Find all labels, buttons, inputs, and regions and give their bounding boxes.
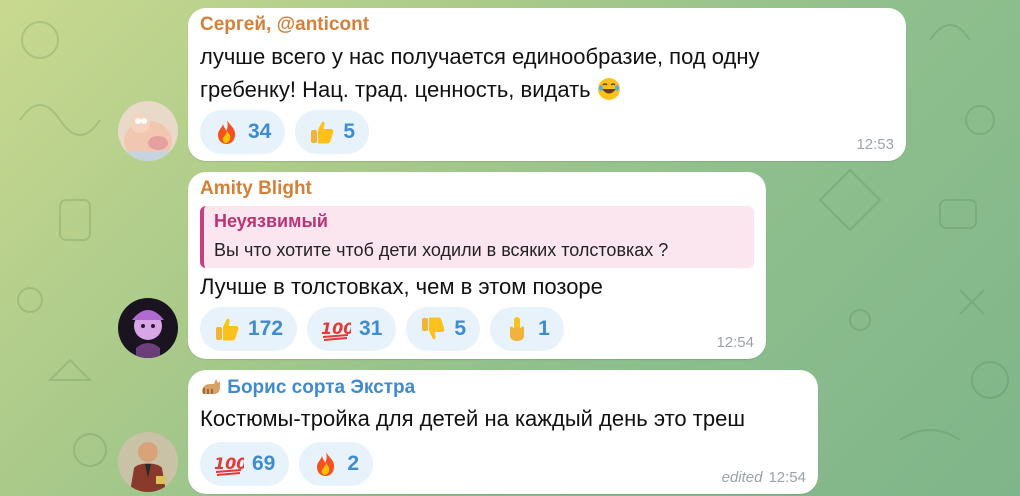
cat-emoji [202,379,220,394]
message-text-line: лучше всего у нас получается единообрази… [200,44,760,69]
message-bubble[interactable]: Борис сорта Экстра Костюмы-тройка для де… [188,370,818,494]
reaction-count: 69 [252,452,276,475]
reactions-row: 34 5 [200,110,370,154]
avatar[interactable] [118,298,178,358]
reaction-count: 34 [248,120,272,143]
avatar[interactable] [118,432,178,492]
thumbs-up-emoji [216,318,239,341]
message-text-line-content: гребенку! Нац. трад. ценность, видать [200,77,591,102]
reaction-thumbs-up[interactable]: 5 [295,110,370,154]
avatar-image [118,432,178,492]
reaction-count: 2 [347,452,360,475]
reaction-count: 172 [248,317,284,340]
message-author[interactable]: Amity Blight [200,178,312,200]
message-author-name: Борис сорта Экстра [227,377,416,398]
reaction-count: 5 [454,317,467,340]
reaction-fire[interactable]: 34 [200,110,286,154]
message-bubble[interactable]: Amity Blight Неуязвимый Вы что хотите чт… [188,172,766,359]
reaction-count: 31 [359,317,383,340]
reaction-count: 5 [343,120,356,143]
reactions-row: 172 100 31 5 1 [200,307,564,351]
message-time-value: 12:54 [768,469,806,486]
message-time: 12:53 [856,136,894,153]
reply-author: Неуязвимый [214,211,328,231]
hundred-points-emoji: 100 [321,319,351,341]
fire-emoji [218,120,236,144]
avatar[interactable] [118,101,178,161]
message-author[interactable]: Борис сорта Экстра [200,376,415,399]
middle-finger-emoji [510,317,525,341]
hundred-points-emoji: 100 [214,454,244,476]
reaction-count: 1 [538,317,550,340]
thumbs-up-emoji [311,121,334,144]
message-text-line: Лучше в толстовках, чем в этом позоре [200,274,603,299]
reactions-row: 100 69 2 [200,442,374,486]
fire-emoji [317,452,335,476]
message-text-line: гребенку! Нац. трад. ценность, видать [200,73,621,106]
message-author[interactable]: Сергей, @anticont [200,14,369,36]
reaction-thumbs-down[interactable]: 5 [406,307,481,351]
reaction-hundred-points[interactable]: 100 69 [200,442,290,486]
reaction-thumbs-up[interactable]: 172 [200,307,298,351]
message-text-line: Костюмы-тройка для детей на каждый день … [200,406,745,431]
reply-text: Вы что хотите чтоб дети ходили в всяких … [214,240,669,260]
reaction-fire[interactable]: 2 [299,442,374,486]
reaction-hundred-points[interactable]: 100 31 [307,307,397,351]
edited-label: edited [721,469,763,486]
avatar-image [118,298,178,358]
laughing-emoji [597,78,620,100]
avatar-image [118,101,178,161]
reaction-middle-finger[interactable]: 1 [490,307,564,351]
reply-quote[interactable]: Неуязвимый Вы что хотите чтоб дети ходил… [200,206,754,268]
thumbs-down-emoji [422,317,445,340]
message-time: edited 12:54 [722,469,806,486]
message-bubble[interactable]: Сергей, @anticont лучше всего у нас полу… [188,8,906,161]
message-time: 12:54 [716,334,754,351]
